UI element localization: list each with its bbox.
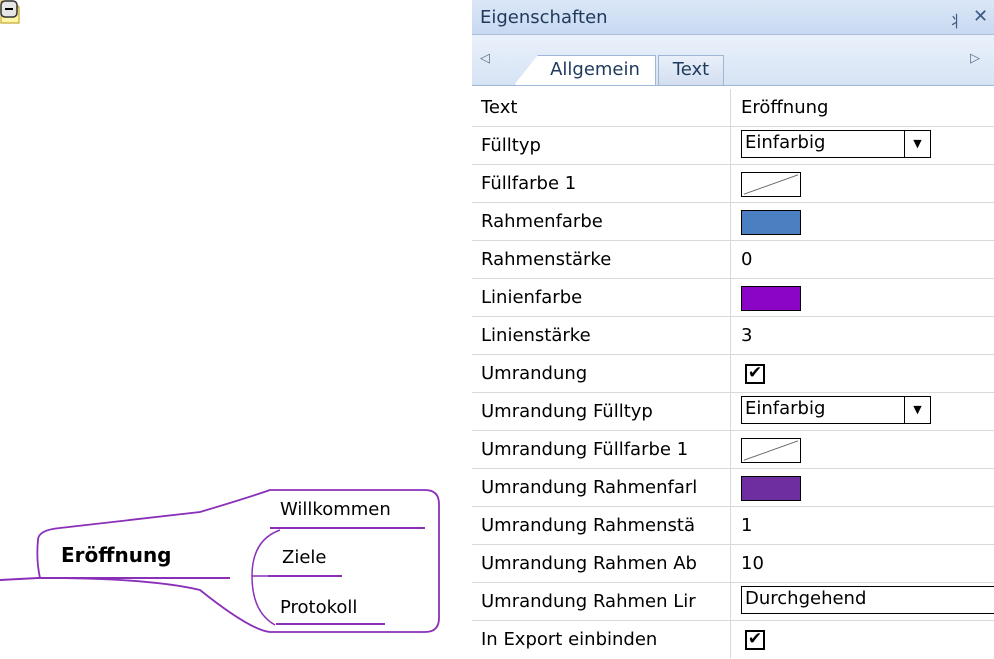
color-swatch[interactable] — [741, 286, 801, 311]
property-label: Umrandung Füllfarbe 1 — [472, 431, 731, 468]
property-value-field[interactable]: 3 — [732, 317, 994, 354]
export-checkbox[interactable]: ✔ — [745, 630, 765, 650]
mindmap-canvas[interactable]: Eröffnung Willkommen Ziele Protokoll — [0, 0, 470, 658]
property-label: Füllfarbe 1 — [472, 165, 731, 202]
tab-scroll-left-icon[interactable]: ◁ — [480, 51, 490, 66]
property-value-field[interactable]: 0 — [732, 241, 994, 278]
subtopic-protokoll[interactable]: Protokoll — [280, 597, 357, 618]
property-row-umrandung-rahmen-abstand[interactable]: Umrandung Rahmen Ab 10 — [472, 545, 994, 583]
property-label: Umrandung Rahmenstä — [472, 507, 731, 544]
property-label: Umrandung Rahmenfarl — [472, 469, 731, 506]
property-row-umrandung-rahmenfarbe[interactable]: Umrandung Rahmenfarl — [472, 469, 994, 507]
property-row-umrandung-fuelltyp[interactable]: Umrandung Fülltyp Einfarbig ▼ — [472, 393, 994, 431]
close-icon[interactable]: ✕ — [973, 6, 988, 27]
property-label: Umrandung Fülltyp — [472, 393, 731, 430]
property-label: Fülltyp — [472, 127, 731, 164]
property-label: Rahmenstärke — [472, 241, 731, 278]
property-label: Linienstärke — [472, 317, 731, 354]
border-fill-type-dropdown[interactable]: Einfarbig ▼ — [741, 396, 931, 424]
property-label: Umrandung — [472, 355, 731, 392]
property-row-linienstaerke[interactable]: Linienstärke 3 — [472, 317, 994, 355]
property-row-umrandung-fuellfarbe1[interactable]: Umrandung Füllfarbe 1 — [472, 431, 994, 469]
pin-icon[interactable]: 丬 — [948, 8, 964, 32]
tab-text-label: Text — [672, 59, 710, 80]
central-topic[interactable]: Eröffnung — [61, 543, 172, 567]
border-checkbox[interactable]: ✔ — [745, 364, 765, 384]
property-label: Linienfarbe — [472, 279, 731, 316]
property-row-umrandung[interactable]: Umrandung ✔ — [472, 355, 994, 393]
property-label: Text — [472, 89, 731, 126]
subtopic-ziele[interactable]: Ziele — [282, 547, 326, 568]
property-value-field[interactable]: 10 — [732, 545, 994, 582]
color-swatch[interactable] — [741, 476, 801, 501]
connector-willkommen — [251, 529, 281, 577]
fill-type-dropdown[interactable]: Einfarbig ▼ — [741, 130, 931, 158]
property-row-fuellfarbe1[interactable]: Füllfarbe 1 — [472, 165, 994, 203]
property-row-umrandung-rahmenstaerke[interactable]: Umrandung Rahmenstä 1 — [472, 507, 994, 545]
property-label: Umrandung Rahmen Lir — [472, 583, 731, 620]
connector-protokoll — [251, 575, 276, 626]
color-swatch-none[interactable] — [741, 438, 801, 463]
property-grid: Text Eröffnung Fülltyp Einfarbig ▼ Füllf… — [472, 89, 994, 659]
property-row-text[interactable]: Text Eröffnung — [472, 89, 994, 127]
properties-panel: Eigenschaften 丬 ✕ ◁ Allgemein Text ▷ Tex… — [472, 0, 994, 658]
color-swatch-none[interactable] — [741, 172, 801, 197]
color-swatch[interactable] — [741, 210, 801, 235]
tab-allgemein-label: Allgemein — [550, 59, 640, 80]
property-row-in-export-einbinden[interactable]: In Export einbinden ✔ — [472, 621, 994, 659]
tab-scroll-right-icon[interactable]: ▷ — [970, 51, 980, 66]
tab-text[interactable]: Text — [658, 55, 724, 85]
border-line-style-dropdown[interactable]: Durchgehend — [741, 586, 994, 614]
property-row-fuelltyp[interactable]: Fülltyp Einfarbig ▼ — [472, 127, 994, 165]
dropdown-value: Einfarbig — [745, 132, 826, 153]
property-label: Rahmenfarbe — [472, 203, 731, 240]
dropdown-arrow-icon[interactable]: ▼ — [904, 131, 930, 157]
collapse-icon[interactable] — [0, 0, 18, 18]
tab-allgemein[interactable]: Allgemein — [514, 55, 656, 85]
tab-strip: ◁ Allgemein Text ▷ — [472, 35, 994, 86]
property-row-rahmenfarbe[interactable]: Rahmenfarbe — [472, 203, 994, 241]
property-row-rahmenstaerke[interactable]: Rahmenstärke 0 — [472, 241, 994, 279]
panel-titlebar[interactable]: Eigenschaften 丬 ✕ — [472, 0, 994, 35]
panel-title: Eigenschaften — [480, 7, 608, 28]
dropdown-value: Durchgehend — [745, 588, 867, 609]
property-label: Umrandung Rahmen Ab — [472, 545, 731, 582]
dropdown-arrow-icon[interactable]: ▼ — [904, 397, 930, 423]
property-row-linienfarbe[interactable]: Linienfarbe — [472, 279, 994, 317]
property-row-umrandung-rahmen-linie[interactable]: Umrandung Rahmen Lir Durchgehend — [472, 583, 994, 621]
property-value-field[interactable]: Eröffnung — [732, 89, 994, 126]
property-value-field[interactable]: 1 — [732, 507, 994, 544]
subtopic-willkommen[interactable]: Willkommen — [280, 499, 391, 520]
dropdown-value: Einfarbig — [745, 398, 826, 419]
property-label: In Export einbinden — [472, 621, 731, 658]
